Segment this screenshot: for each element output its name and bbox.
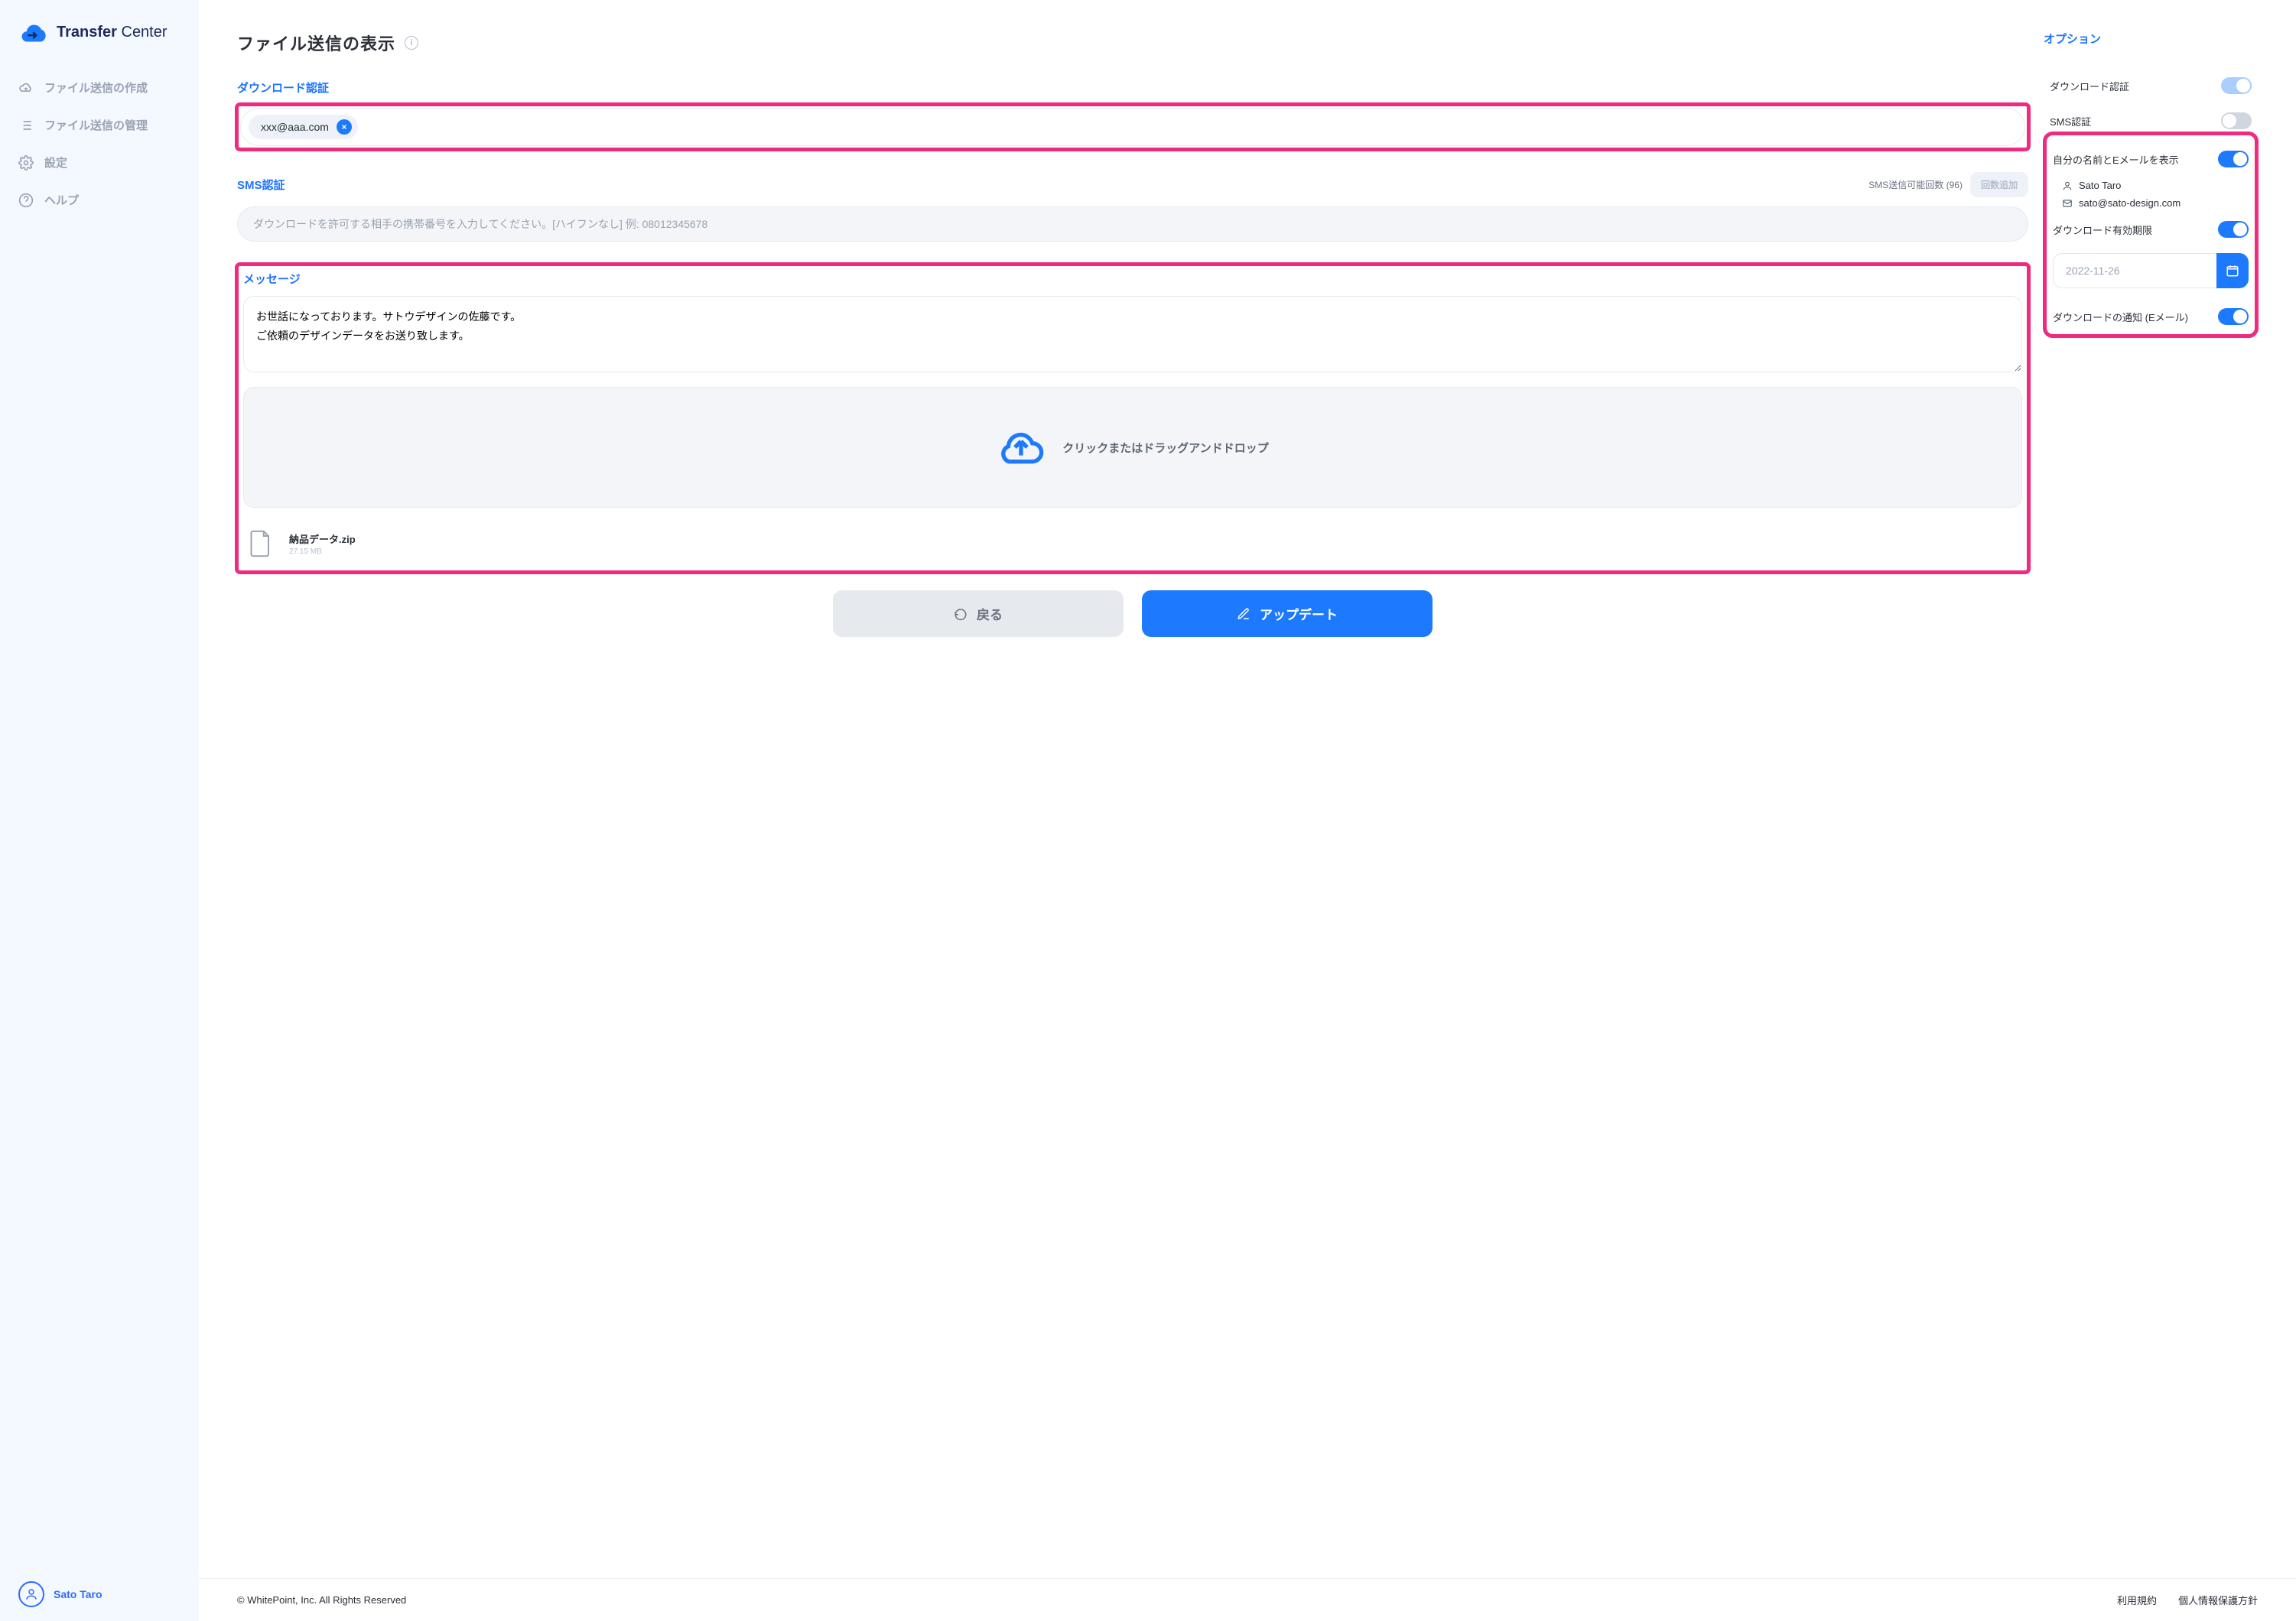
calendar-icon xyxy=(2226,264,2239,278)
message-textarea[interactable] xyxy=(243,296,2022,372)
download-auth-input[interactable]: xxx@aaa.com xyxy=(240,108,2025,146)
file-icon xyxy=(249,529,272,558)
toggle-sms-auth[interactable] xyxy=(2221,112,2252,129)
toggle-show-sender[interactable] xyxy=(2218,151,2249,167)
sender-email-row: sato@sato-design.com xyxy=(2053,194,2249,212)
footer-copyright: © WhitePoint, Inc. All Rights Reserved xyxy=(237,1594,406,1606)
sms-phone-input[interactable] xyxy=(237,206,2028,242)
form-actions: 戻る アップデート xyxy=(237,590,2028,637)
cloud-upload-icon xyxy=(18,80,34,96)
nav-settings[interactable]: 設定 xyxy=(0,144,199,181)
email-chip-text: xxx@aaa.com xyxy=(261,121,329,133)
chip-remove-button[interactable] xyxy=(337,119,352,135)
email-chip: xxx@aaa.com xyxy=(249,115,358,139)
workspace: ファイル送信の表示 i ダウンロード認証 xxx@aaa.com xyxy=(199,0,2296,1621)
nav-create-transfer[interactable]: ファイル送信の作成 xyxy=(0,69,199,106)
sms-add-count-button[interactable]: 回数追加 xyxy=(1970,172,2028,197)
gear-icon xyxy=(18,155,34,171)
mail-icon xyxy=(2062,198,2073,209)
page-title: ファイル送信の表示 i xyxy=(237,31,2028,55)
footer: © WhitePoint, Inc. All Rights Reserved 利… xyxy=(199,1578,2296,1621)
update-button[interactable]: アップデート xyxy=(1142,590,1433,637)
option-show-sender: 自分の名前とEメールを表示 xyxy=(2053,141,2249,177)
option-label: SMS認証 xyxy=(2050,114,2091,128)
sender-name: Sato Taro xyxy=(2079,180,2121,191)
cloud-upload-icon xyxy=(997,423,1046,472)
toggle-download-expiry[interactable] xyxy=(2218,221,2249,238)
sms-auth-label: SMS認証 xyxy=(237,177,285,193)
option-download-auth: ダウンロード認証 xyxy=(2050,68,2252,103)
sms-remaining: SMS送信可能回数 (96) xyxy=(1868,178,1963,191)
sidebar: Transfer Center ファイル送信の作成 ファイル送信の管理 設定 ヘ… xyxy=(0,0,199,1621)
file-size: 27.15 MB xyxy=(289,547,356,556)
undo-icon xyxy=(954,607,968,621)
file-item[interactable]: 納品データ.zip 27.15 MB xyxy=(243,521,2022,566)
nav-item-label: ヘルプ xyxy=(44,192,79,208)
info-icon[interactable]: i xyxy=(405,36,418,50)
cloud-sync-icon xyxy=(18,17,49,47)
option-label: ダウンロード認証 xyxy=(2050,79,2129,93)
option-label: ダウンロードの通知 (Eメール) xyxy=(2053,310,2188,324)
page-title-text: ファイル送信の表示 xyxy=(237,31,395,55)
options-title: オプション xyxy=(2044,31,2258,47)
update-button-label: アップデート xyxy=(1260,604,1338,623)
dropzone-label: クリックまたはドラッグアンドドロップ xyxy=(1062,440,1268,456)
nav-item-label: 設定 xyxy=(44,154,67,171)
file-name: 納品データ.zip xyxy=(289,531,356,546)
nav-item-label: ファイル送信の管理 xyxy=(44,117,148,133)
option-download-expiry: ダウンロード有効期限 xyxy=(2053,212,2249,247)
message-label: メッセージ xyxy=(243,271,2022,287)
back-button-label: 戻る xyxy=(977,604,1003,623)
back-button[interactable]: 戻る xyxy=(833,590,1124,637)
footer-terms-link[interactable]: 利用規約 xyxy=(2117,1593,2157,1607)
expiry-date-input[interactable] xyxy=(2053,253,2216,288)
option-label: ダウンロード有効期限 xyxy=(2053,223,2152,237)
options-panel: オプション ダウンロード認証 SMS認証 自分の名前とEメールを表示 xyxy=(2044,31,2258,1548)
sender-email: sato@sato-design.com xyxy=(2079,197,2181,209)
edit-icon xyxy=(1237,607,1250,621)
nav-item-label: ファイル送信の作成 xyxy=(44,80,148,96)
brand-logo[interactable]: Transfer Center xyxy=(0,17,199,64)
message-and-files-highlight: メッセージ クリックまたはドラッグアンドドロップ xyxy=(237,265,2028,572)
person-icon xyxy=(2062,180,2073,191)
download-auth-label: ダウンロード認証 xyxy=(237,80,2028,96)
toggle-download-auth[interactable] xyxy=(2221,77,2252,94)
list-icon xyxy=(18,118,34,133)
close-icon xyxy=(340,123,348,131)
help-icon xyxy=(18,193,34,208)
expiry-date-picker xyxy=(2053,253,2249,288)
avatar-icon xyxy=(18,1581,44,1607)
nav-help[interactable]: ヘルプ xyxy=(0,181,199,219)
footer-privacy-link[interactable]: 個人情報保護方針 xyxy=(2178,1593,2258,1607)
calendar-button[interactable] xyxy=(2216,253,2249,288)
option-label: 自分の名前とEメールを表示 xyxy=(2053,152,2179,167)
download-auth-highlight: xxx@aaa.com xyxy=(237,105,2028,149)
options-highlight: 自分の名前とEメールを表示 Sato Taro sato@sato-design… xyxy=(2050,138,2252,331)
toggle-notify-email[interactable] xyxy=(2218,308,2249,325)
sidebar-current-user[interactable]: Sato Taro xyxy=(0,1567,199,1621)
current-user-name: Sato Taro xyxy=(54,1588,102,1600)
brand-text: Transfer Center xyxy=(57,24,167,41)
sender-name-row: Sato Taro xyxy=(2053,177,2249,194)
nav-list: ファイル送信の作成 ファイル送信の管理 設定 ヘルプ xyxy=(0,69,199,219)
option-notify-email: ダウンロードの通知 (Eメール) xyxy=(2053,299,2249,328)
option-sms-auth: SMS認証 xyxy=(2050,103,2252,138)
nav-manage-transfers[interactable]: ファイル送信の管理 xyxy=(0,106,199,144)
file-dropzone[interactable]: クリックまたはドラッグアンドドロップ xyxy=(243,387,2022,508)
